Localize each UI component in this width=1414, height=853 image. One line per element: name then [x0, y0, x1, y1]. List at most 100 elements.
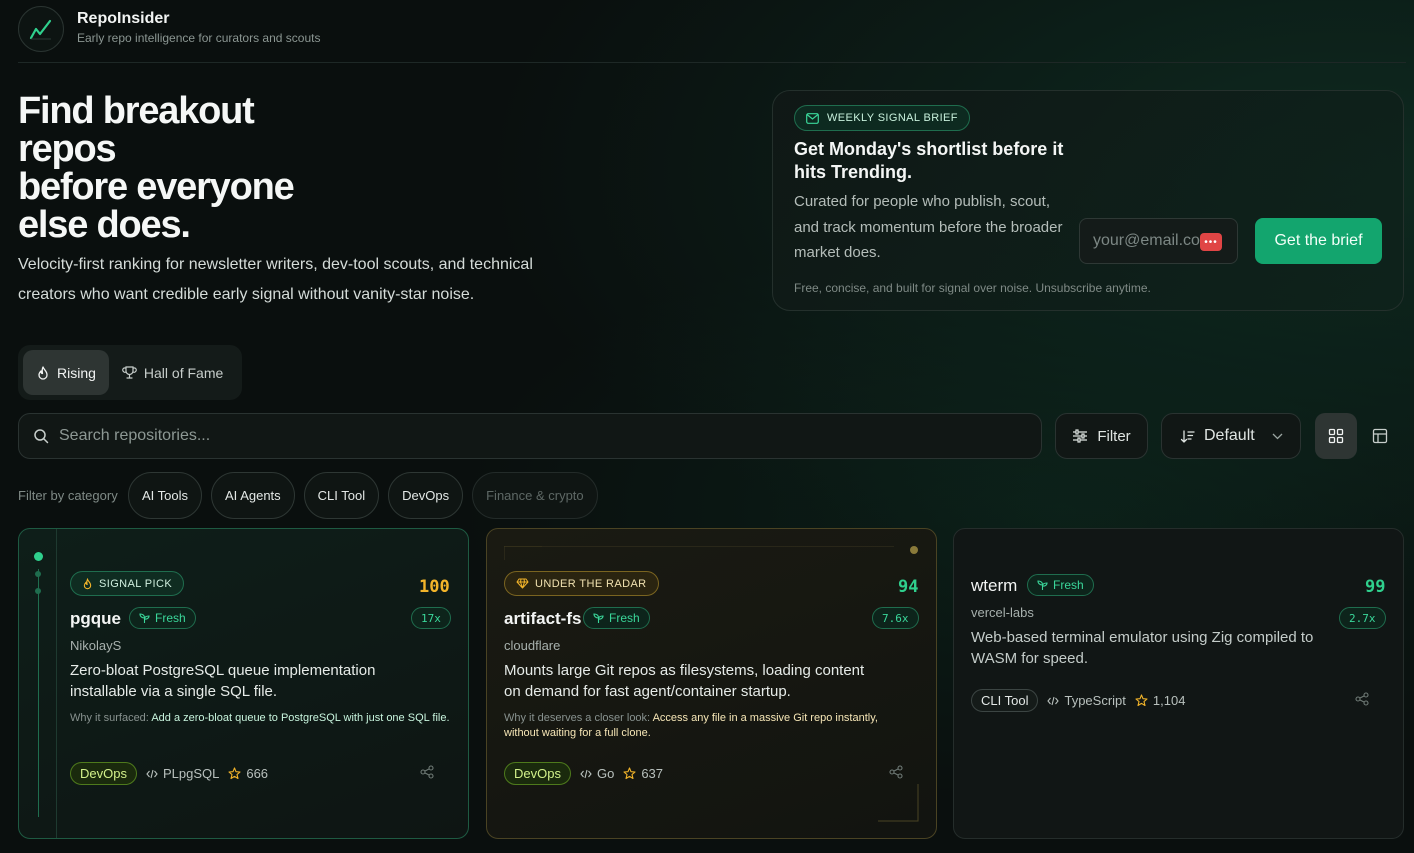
- category-chip-cli-tool[interactable]: CLI Tool: [303, 472, 380, 519]
- timeline-line: [38, 569, 39, 817]
- category-tag[interactable]: DevOps: [504, 762, 571, 785]
- table-view-button[interactable]: [1359, 413, 1401, 459]
- share-icon[interactable]: [1355, 692, 1369, 706]
- filter-label: Filter: [1097, 427, 1131, 445]
- repo-card[interactable]: SIGNAL PICK 100 pgque Fresh 17x NikolayS…: [18, 528, 469, 839]
- reason-text: Add a zero-bloat queue to PostgreSQL wit…: [151, 712, 450, 724]
- indicator-dot: [910, 546, 918, 554]
- repo-description: Web-based terminal emulator using Zig co…: [971, 629, 1314, 667]
- repo-card[interactable]: wterm Fresh 99 vercel-labs 2.7x Web-base…: [953, 528, 1404, 839]
- repo-meta: CLI Tool TypeScript 1,104: [971, 689, 1185, 712]
- brief-badge: WEEKLY SIGNAL BRIEF: [794, 105, 970, 131]
- category-chip-finance-crypto[interactable]: Finance & crypto: [472, 472, 598, 519]
- fresh-label: Fresh: [1053, 578, 1084, 592]
- category-tag[interactable]: DevOps: [70, 762, 137, 785]
- card-rail: [56, 529, 57, 838]
- category-chip-ai-tools[interactable]: AI Tools: [128, 472, 203, 519]
- brief-footnote: Free, concise, and built for signal over…: [794, 281, 1151, 295]
- email-field-wrapper: •••: [1079, 218, 1238, 264]
- timeline-dot: [34, 552, 43, 561]
- repo-reason: Why it deserves a closer look: Access an…: [504, 711, 904, 741]
- reason-label: Why it deserves a closer look:: [504, 712, 651, 724]
- language: TypeScript: [1047, 693, 1126, 708]
- repo-card[interactable]: UNDER THE RADAR 94 artifact-fs Fresh 7.6…: [486, 528, 937, 839]
- repo-score: 100: [419, 577, 450, 597]
- repo-name[interactable]: wterm: [971, 576, 1017, 596]
- hero-title-line: before everyone: [18, 166, 295, 208]
- password-manager-icon[interactable]: •••: [1200, 233, 1222, 251]
- search-bar: [18, 413, 1042, 459]
- search-input[interactable]: [59, 427, 959, 445]
- fresh-badge: Fresh: [583, 607, 650, 629]
- language: Go: [580, 766, 614, 781]
- repo-reason: Why it surfaced: Add a zero-bloat queue …: [70, 711, 455, 726]
- category-tag[interactable]: CLI Tool: [971, 689, 1039, 712]
- language-label: PLpgSQL: [162, 766, 220, 781]
- sort-icon: [1180, 429, 1195, 443]
- trophy-icon: [122, 366, 137, 379]
- velocity-badge: 2.7x: [1339, 607, 1386, 629]
- category-chip-devops[interactable]: DevOps: [388, 472, 464, 519]
- share-icon[interactable]: [889, 765, 903, 779]
- fresh-label: Fresh: [155, 611, 186, 625]
- repo-description: Zero-bloat PostgreSQL queue implementati…: [70, 662, 376, 700]
- newsletter-card: WEEKLY SIGNAL BRIEF Get Monday's shortli…: [772, 90, 1404, 311]
- stars-count: 1,104: [1152, 693, 1186, 708]
- top-bar: RepoInsider Early repo intelligence for …: [18, 3, 1406, 63]
- tab-hall-of-fame[interactable]: Hall of Fame: [109, 350, 236, 395]
- filter-button[interactable]: Filter: [1055, 413, 1148, 459]
- language-label: Go: [596, 766, 615, 781]
- category-chips: AI Tools AI Agents CLI Tool DevOps Finan…: [128, 472, 598, 519]
- language: PLpgSQL: [146, 766, 219, 781]
- sprout-icon: [139, 612, 150, 623]
- code-icon: [146, 769, 158, 778]
- badge-label: UNDER THE RADAR: [535, 577, 647, 590]
- star-icon: [228, 767, 241, 780]
- sort-select[interactable]: Default: [1161, 413, 1301, 459]
- velocity-badge: 17x: [411, 607, 451, 629]
- repo-owner[interactable]: vercel-labs: [971, 605, 1034, 620]
- hero-title: Find breakout repos before everyone else…: [18, 92, 338, 244]
- sliders-icon: [1073, 429, 1088, 443]
- sprout-icon: [1037, 579, 1048, 590]
- trend-icon: [29, 19, 52, 39]
- repo-owner[interactable]: NikolayS: [70, 638, 121, 653]
- reason-label: Why it surfaced:: [70, 712, 149, 724]
- stars: 666: [228, 766, 268, 781]
- timeline-dot: [35, 571, 41, 577]
- code-icon: [1047, 696, 1060, 705]
- stars-count: 637: [641, 766, 664, 781]
- diamond-icon: [516, 578, 529, 589]
- sprout-icon: [593, 612, 604, 623]
- search-icon: [34, 429, 49, 444]
- share-icon[interactable]: [420, 765, 434, 779]
- brief-badge-label: WEEKLY SIGNAL BRIEF: [827, 112, 958, 124]
- chevron-down-icon: [1272, 433, 1283, 439]
- tab-rising-label: Rising: [57, 364, 96, 381]
- fresh-label: Fresh: [609, 611, 640, 625]
- get-brief-button[interactable]: Get the brief: [1255, 218, 1382, 264]
- brief-description: Curated for people who publish, scout, a…: [794, 193, 1063, 261]
- flame-icon: [38, 365, 48, 380]
- repo-owner[interactable]: cloudflare: [504, 638, 560, 653]
- repo-meta: DevOps Go 637: [504, 762, 663, 785]
- repo-name[interactable]: pgque: [70, 609, 121, 629]
- email-field[interactable]: [1093, 232, 1213, 250]
- category-chip-ai-agents[interactable]: AI Agents: [211, 472, 295, 519]
- velocity-badge: 7.6x: [872, 607, 919, 629]
- hero-title-line: else does.: [18, 204, 191, 246]
- brand-tagline: Early repo intelligence for curators and…: [77, 31, 321, 45]
- code-icon: [580, 769, 592, 778]
- repo-name[interactable]: artifact-fs: [504, 609, 581, 629]
- stars-count: 666: [246, 766, 269, 781]
- hero-title-line: Find breakout: [18, 90, 255, 132]
- brand-name: RepoInsider: [77, 10, 170, 27]
- hero-subtitle: Velocity-first ranking for newsletter wr…: [18, 256, 533, 303]
- logo[interactable]: [18, 5, 64, 52]
- tab-rising[interactable]: Rising: [23, 350, 109, 395]
- grid-view-button[interactable]: [1315, 413, 1357, 459]
- star-icon: [1135, 694, 1148, 707]
- repo-score: 94: [898, 577, 919, 597]
- fresh-badge: Fresh: [1027, 574, 1094, 596]
- category-filter-label: Filter by category: [18, 488, 118, 503]
